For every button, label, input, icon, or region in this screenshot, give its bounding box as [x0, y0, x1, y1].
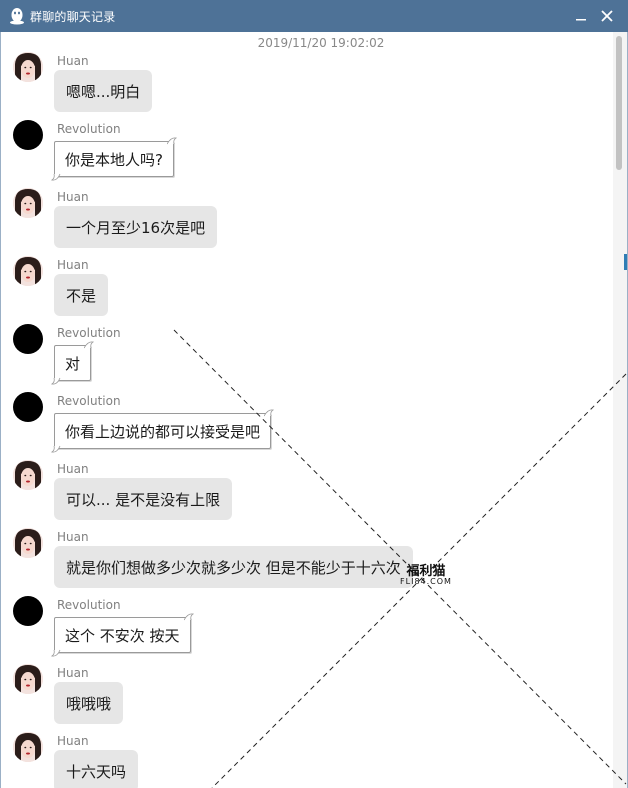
bubble-curl-icon	[264, 409, 275, 417]
qq-penguin-icon	[10, 8, 24, 25]
chat-message: Huan 哦哦哦	[1, 644, 601, 724]
message-text: 可以... 是不是没有上限	[66, 490, 221, 509]
sender-name: Huan	[57, 462, 89, 476]
avatar[interactable]	[13, 52, 43, 82]
vertical-scrollbar[interactable]	[613, 32, 627, 788]
avatar[interactable]	[13, 324, 43, 354]
bubble-curl-icon	[166, 137, 177, 145]
sender-name: Huan	[57, 666, 89, 680]
minimize-button[interactable]	[568, 3, 594, 29]
chat-message: Revolution 这个 不安次 按天	[1, 576, 601, 657]
chat-message: Huan 十六天吗	[1, 712, 601, 788]
bubble-curl-icon	[183, 613, 194, 621]
avatar[interactable]	[13, 664, 43, 694]
message-text: 就是你们想做多少次就多少次 但是不能少于十六次	[66, 558, 401, 577]
chat-message: Revolution 你看上边说的都可以接受是吧	[1, 372, 601, 453]
sender-name: Revolution	[57, 394, 121, 408]
sender-name: Revolution	[57, 598, 121, 612]
avatar[interactable]	[13, 528, 43, 558]
sender-name: Huan	[57, 530, 89, 544]
chat-message: Revolution 对	[1, 304, 601, 385]
chat-message: Revolution 你是本地人吗?	[1, 100, 601, 181]
message-text: 对	[65, 354, 81, 373]
close-button[interactable]	[594, 3, 620, 29]
message-text: 不是	[66, 286, 97, 305]
sender-name: Huan	[57, 258, 89, 272]
sender-name: Huan	[57, 54, 89, 68]
scrollbar-thumb[interactable]	[616, 36, 622, 170]
avatar[interactable]	[13, 460, 43, 490]
chat-message: Huan 就是你们想做多少次就多少次 但是不能少于十六次	[1, 508, 601, 588]
message-text: 你是本地人吗?	[65, 150, 163, 169]
chat-message: Huan 可以... 是不是没有上限	[1, 440, 601, 520]
title-bar[interactable]: 群聊的聊天记录	[0, 0, 628, 32]
window-controls	[568, 0, 620, 32]
avatar[interactable]	[13, 188, 43, 218]
message-text: 一个月至少16次是吧	[66, 218, 206, 237]
avatar[interactable]	[13, 732, 43, 762]
message-text: 嗯嗯...明白	[66, 82, 141, 101]
message-text: 哦哦哦	[66, 694, 112, 713]
window-title: 群聊的聊天记录	[30, 9, 116, 24]
message-text: 这个 不安次 按天	[65, 626, 180, 645]
chat-history[interactable]: 2019/11/20 19:02:02 Huan 嗯嗯...明白 Revolutio…	[1, 32, 613, 788]
minimize-icon	[576, 19, 586, 21]
avatar[interactable]	[13, 392, 43, 422]
close-icon	[601, 10, 613, 22]
avatar[interactable]	[13, 596, 43, 626]
bubble-curl-icon	[84, 341, 95, 349]
chat-message: Huan 嗯嗯...明白	[1, 32, 601, 112]
sender-name: Huan	[57, 734, 89, 748]
message-text: 十六天吗	[66, 762, 127, 781]
chat-message: Huan 一个月至少16次是吧	[1, 168, 601, 248]
avatar[interactable]	[13, 256, 43, 286]
avatar[interactable]	[13, 120, 43, 150]
sender-name: Huan	[57, 190, 89, 204]
sender-name: Revolution	[57, 122, 121, 136]
chat-message: Huan 不是	[1, 236, 601, 316]
message-text: 你看上边说的都可以接受是吧	[65, 422, 261, 441]
sender-name: Revolution	[57, 326, 121, 340]
message-bubble[interactable]: 十六天吗	[54, 750, 139, 788]
